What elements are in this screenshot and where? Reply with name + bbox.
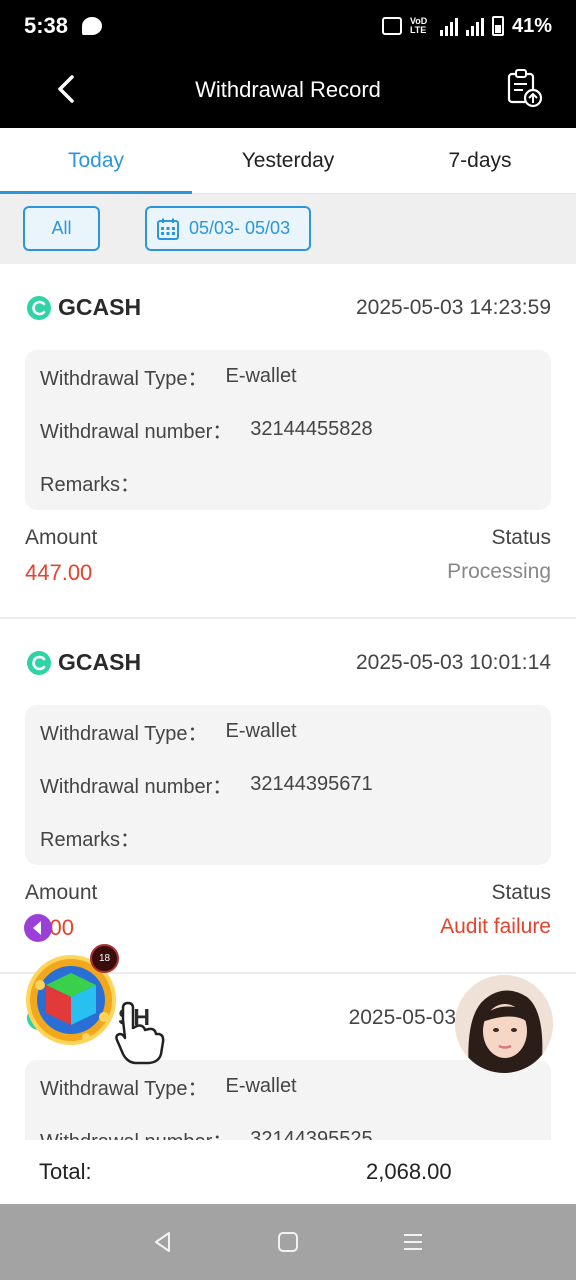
remarks-label: Remarks： — [40, 474, 141, 496]
signal-2-icon — [465, 16, 484, 36]
amount-label: Amount — [25, 881, 98, 904]
support-avatar[interactable] — [455, 975, 553, 1073]
number-row: Withdrawal number： 32144455828 — [40, 403, 536, 456]
notification-badge: 18 — [90, 944, 119, 973]
brand-name: GCASH — [58, 649, 142, 675]
nav-menu-icon[interactable] — [401, 1230, 425, 1254]
date-tabs: Today Yesterday 7-days — [0, 128, 576, 194]
page-title: Withdrawal Record — [195, 77, 381, 102]
total-bar: Total: 2,068.00 — [0, 1140, 576, 1204]
gcash-icon — [27, 295, 51, 320]
type-row: Withdrawal Type： E-wallet — [40, 350, 536, 403]
gcash-icon — [27, 650, 51, 675]
status-icons: VoD LTE 41% — [381, 14, 552, 38]
tab-7-days[interactable]: 7-days — [384, 128, 576, 193]
pointing-hand-icon — [115, 1001, 165, 1065]
brand-name: GCASH — [58, 294, 142, 320]
battery-percent: 41% — [511, 14, 552, 37]
record-time: 2025-05-03 14:23:59 — [356, 295, 551, 319]
number-row: Withdrawal number： 32144395525 — [40, 1113, 536, 1140]
number-value: 32144395525 — [250, 1128, 373, 1140]
vibrate-icon — [381, 17, 402, 35]
signal-icon — [439, 16, 458, 36]
calendar-icon — [157, 218, 179, 240]
chat-bubble-icon — [82, 17, 103, 35]
type-value: E-wallet — [225, 720, 297, 742]
tab-today[interactable]: Today — [0, 128, 192, 194]
total-label: Total: — [39, 1159, 92, 1184]
remarks-label: Remarks： — [40, 829, 141, 851]
brand: GCASH — [26, 294, 141, 321]
clipboard-upload-icon[interactable] — [506, 68, 544, 108]
battery-icon — [491, 16, 504, 36]
avatar-portrait-icon — [455, 975, 553, 1073]
number-value: 32144395671 — [250, 773, 373, 795]
nav-home-icon[interactable] — [276, 1230, 300, 1254]
back-arrow-icon[interactable] — [52, 74, 82, 104]
status-label: Status — [491, 526, 551, 549]
amount-label: Amount — [25, 526, 98, 549]
number-row: Withdrawal number： 32144395671 — [40, 758, 536, 811]
nav-back-icon[interactable] — [151, 1230, 175, 1254]
record-detail-box: Withdrawal Type： E-wallet Withdrawal numb… — [25, 705, 551, 865]
record-detail-box: Withdrawal Type： E-wallet Withdrawal numb… — [25, 350, 551, 510]
mini-play-icon[interactable] — [24, 914, 52, 942]
number-label: Withdrawal number： — [40, 421, 233, 443]
record-time: 2025-05-03 10:01:14 — [356, 650, 551, 674]
type-value: E-wallet — [225, 365, 297, 387]
number-value: 32144455828 — [250, 418, 373, 440]
number-label: Withdrawal number： — [40, 776, 233, 798]
type-label: Withdrawal Type： — [40, 1078, 208, 1100]
type-row: Withdrawal Type： E-wallet — [40, 1060, 536, 1113]
brand: GCASH — [26, 649, 141, 676]
status-label: Status — [491, 881, 551, 904]
volte-label: VoD LTE — [409, 16, 428, 35]
filter-bar: All 05/03- 05/03 — [0, 194, 576, 264]
record-card[interactable]: GCASH 2025-05-03 10:01:14 Withdrawal Typ… — [0, 619, 576, 974]
filter-all-button[interactable]: All — [23, 206, 100, 251]
type-label: Withdrawal Type： — [40, 723, 208, 745]
status-value: Processing — [447, 560, 551, 583]
record-card[interactable]: GCASH 2025-05-03 14:23:59 Withdrawal Typ… — [0, 264, 576, 619]
record-detail-box: Withdrawal Type： E-wallet Withdrawal numb… — [25, 1060, 551, 1140]
status-time: 5:38 — [24, 13, 69, 38]
date-range-button[interactable]: 05/03- 05/03 — [145, 206, 311, 251]
total-value: 2,068.00 — [366, 1159, 452, 1184]
record-header: GCASH 2025-05-03 10:01:14 — [26, 649, 551, 676]
status-bar: 5:38 VoD LTE 41% — [0, 0, 576, 52]
tab-yesterday[interactable]: Yesterday — [192, 128, 384, 193]
status-value: Audit failure — [440, 915, 551, 938]
date-range-label: 05/03- 05/03 — [189, 218, 291, 238]
number-label: Withdrawal number： — [40, 1125, 232, 1140]
app-header: Withdrawal Record — [0, 52, 576, 128]
type-row: Withdrawal Type： E-wallet — [40, 705, 536, 758]
amount-value: 447.00 — [25, 560, 93, 585]
record-time: 2025-05-03 — [348, 1005, 456, 1029]
remarks-row: Remarks： — [40, 456, 536, 509]
record-header: GCASH 2025-05-03 14:23:59 — [26, 294, 551, 321]
type-value: E-wallet — [225, 1075, 297, 1097]
type-label: Withdrawal Type： — [40, 368, 208, 390]
remarks-row: Remarks： — [40, 811, 536, 864]
system-nav-bar — [0, 1204, 576, 1280]
